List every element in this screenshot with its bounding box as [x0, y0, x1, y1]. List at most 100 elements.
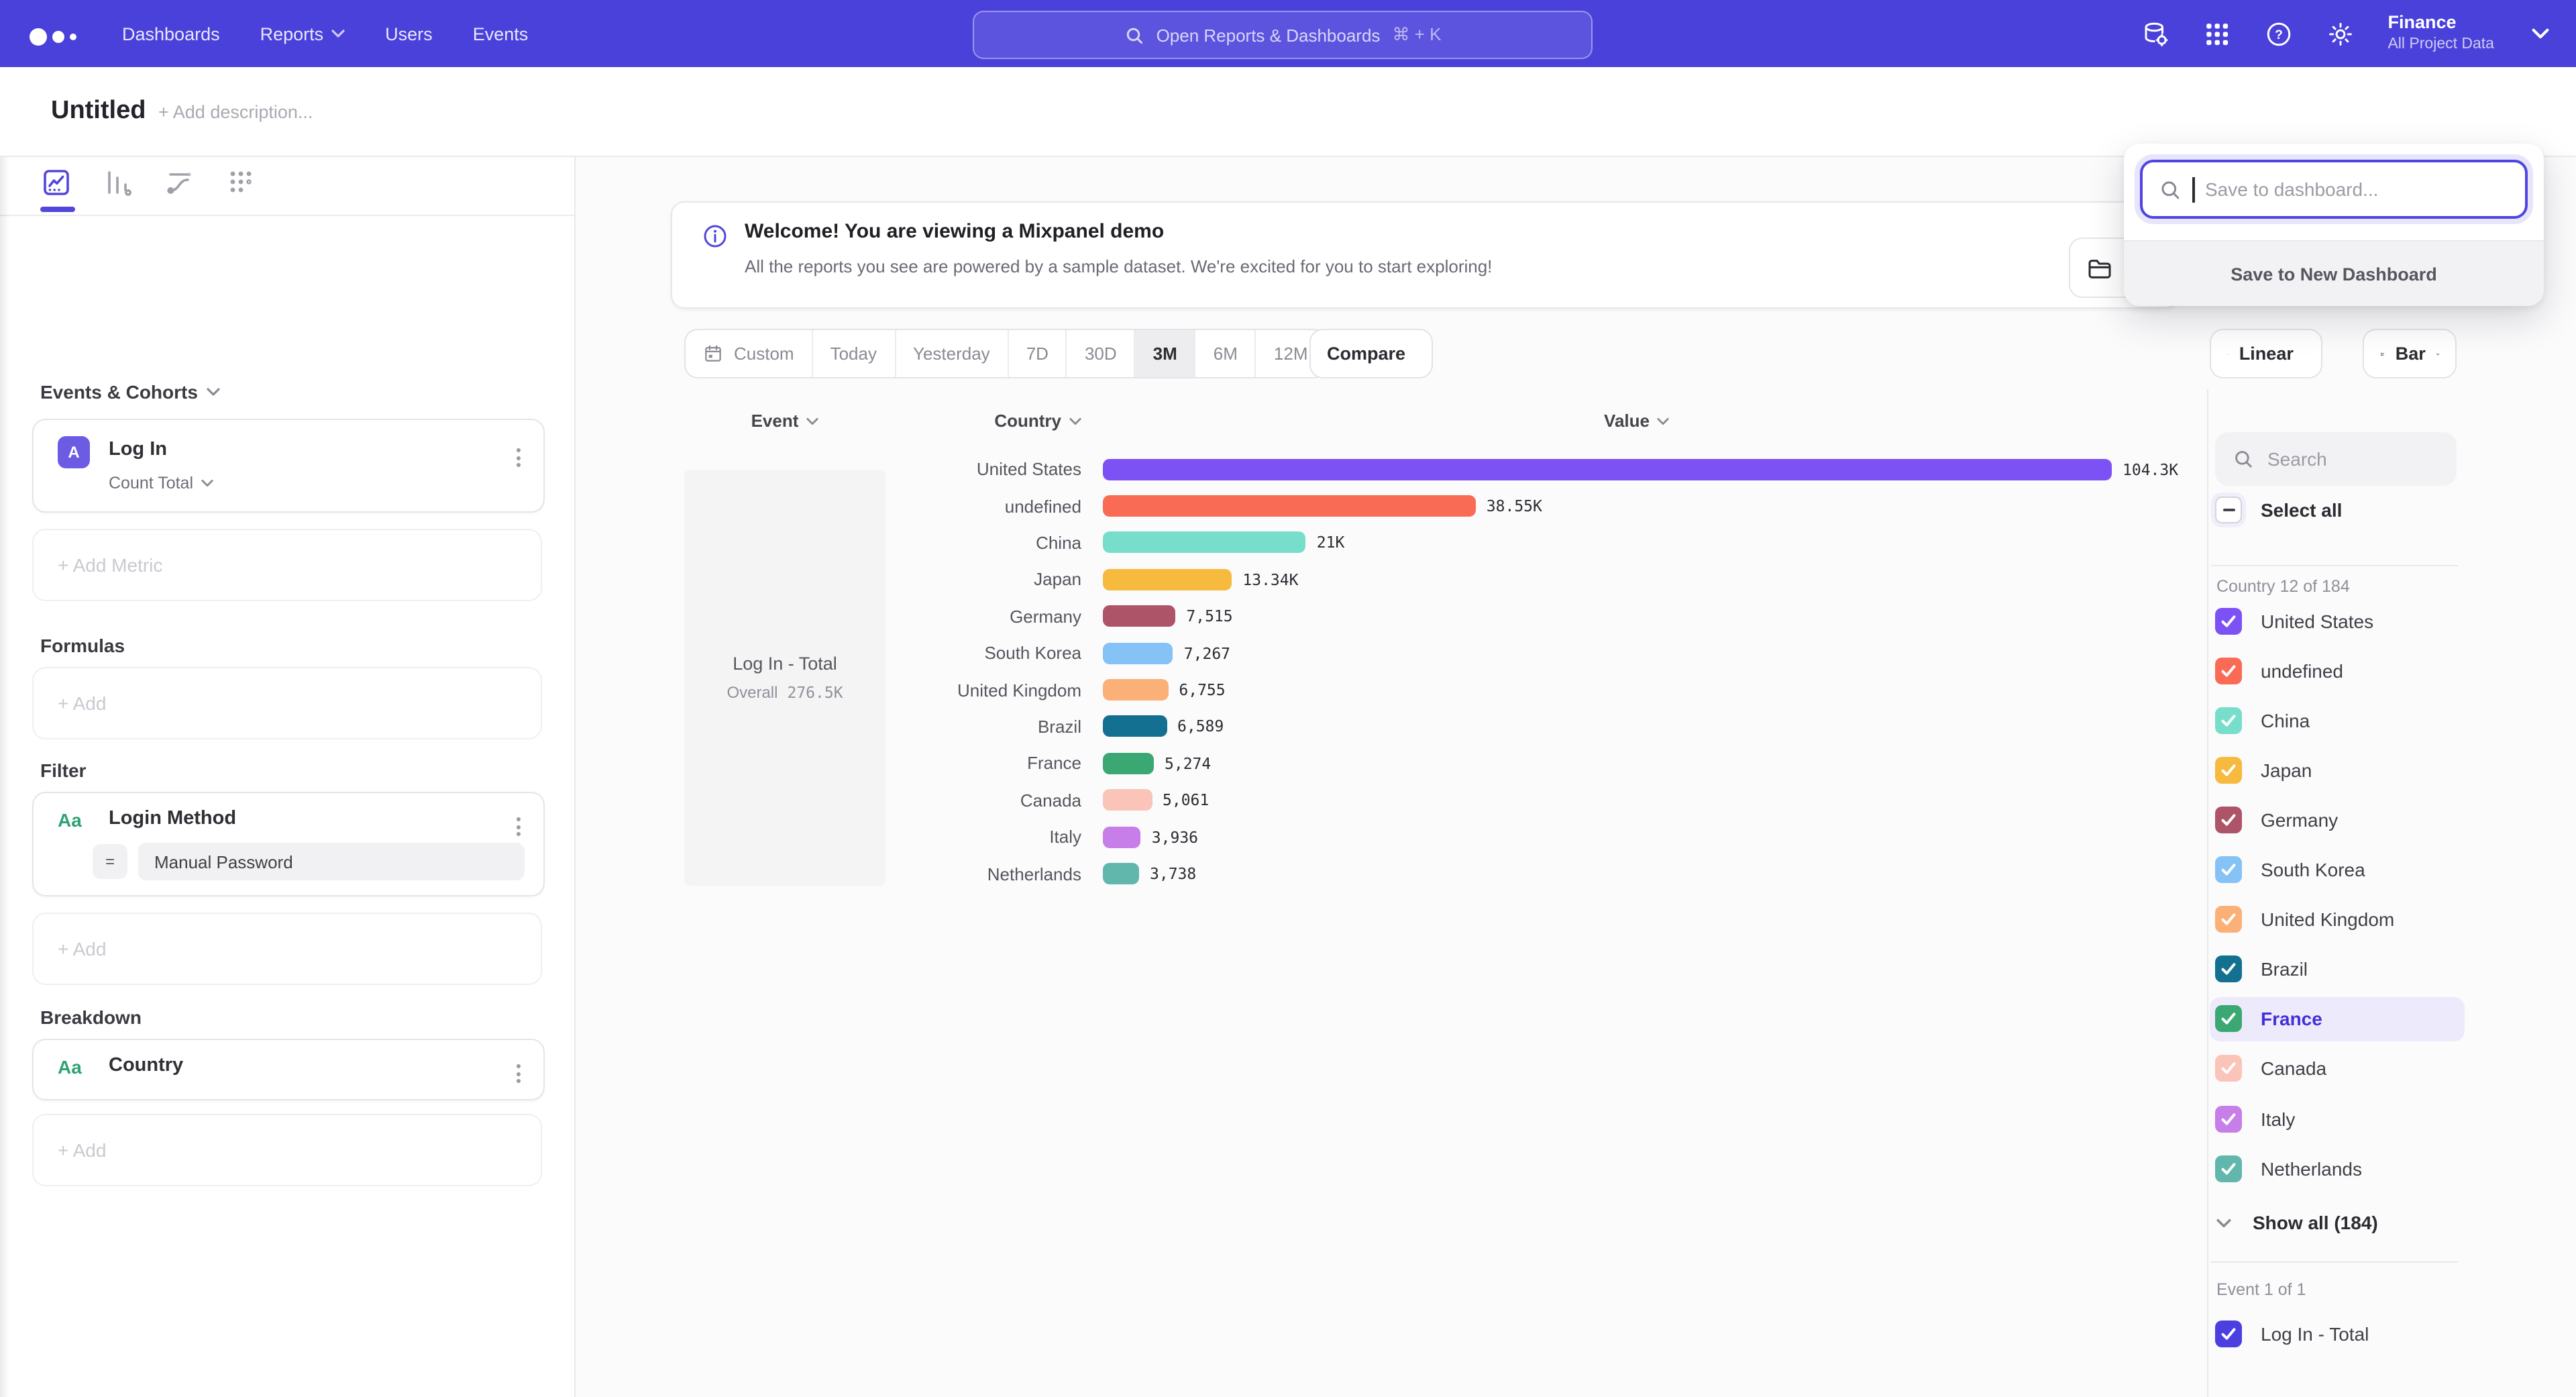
add-formula-button[interactable]: + Add	[32, 667, 542, 739]
legend-row-brazil[interactable]: Brazil	[2210, 947, 2465, 991]
add-filter-button[interactable]: + Add	[32, 913, 542, 985]
events-cohorts-header[interactable]: Events & Cohorts	[40, 381, 221, 403]
date-range-custom[interactable]: Custom	[686, 330, 813, 377]
bar-segment[interactable]	[1103, 606, 1175, 627]
bar-segment[interactable]	[1103, 863, 1139, 884]
save-to-dashboard-input[interactable]: Save to dashboard...	[2140, 160, 2528, 219]
legend-row-united-states[interactable]: United States	[2210, 599, 2465, 643]
legend-row-china[interactable]: China	[2210, 698, 2465, 742]
legend-row-south-korea[interactable]: South Korea	[2210, 847, 2465, 892]
mixpanel-logo[interactable]	[30, 21, 76, 46]
date-range-30d[interactable]: 30D	[1067, 330, 1136, 377]
tab-funnels[interactable]	[102, 166, 134, 199]
filter-value[interactable]: Manual Password	[138, 843, 525, 880]
check-icon	[2220, 913, 2237, 926]
save-to-new-dashboard-button[interactable]: Save to New Dashboard	[2124, 240, 2544, 306]
tab-flows[interactable]	[164, 166, 196, 199]
bar-segment[interactable]	[1103, 532, 1306, 554]
legend-label: Italy	[2261, 1108, 2295, 1129]
bar-segment[interactable]	[1103, 458, 2112, 480]
tab-retention[interactable]	[225, 166, 258, 199]
legend-checkbox[interactable]	[2215, 707, 2242, 733]
bar-segment[interactable]	[1103, 495, 1476, 517]
legend-row-united-kingdom[interactable]: United Kingdom	[2210, 897, 2465, 941]
select-all-checkbox-indeterminate[interactable]	[2215, 497, 2242, 523]
apps-grid-icon[interactable]	[2202, 19, 2231, 48]
legend-checkbox[interactable]	[2215, 607, 2242, 634]
legend-checkbox[interactable]	[2215, 807, 2242, 833]
date-range-today[interactable]: Today	[813, 330, 896, 377]
filter-property-name[interactable]: Login Method	[109, 808, 236, 829]
column-header-country[interactable]: Country	[894, 411, 1081, 431]
date-range-6m[interactable]: 6M	[1196, 330, 1256, 377]
legend-checkbox[interactable]	[2215, 1055, 2242, 1082]
event-summary-card[interactable]: Log In - Total Overall 276.5K	[684, 470, 885, 886]
metric-card[interactable]: A Log In Count Total	[32, 419, 545, 513]
legend-row-japan[interactable]: Japan	[2210, 748, 2465, 792]
legend-row-canada[interactable]: Canada	[2210, 1047, 2465, 1091]
legend-checkbox[interactable]	[2215, 1105, 2242, 1132]
data-management-icon[interactable]	[2141, 19, 2169, 48]
nav-item-dashboards[interactable]: Dashboards	[122, 23, 220, 44]
legend-row-france[interactable]: France	[2210, 997, 2465, 1041]
metric-aggregation[interactable]: Count Total	[109, 474, 213, 493]
event-series-checkbox[interactable]	[2215, 1321, 2242, 1347]
breakdown-property-name[interactable]: Country	[109, 1055, 183, 1076]
date-range-yesterday[interactable]: Yesterday	[896, 330, 1009, 377]
legend-checkbox[interactable]	[2215, 757, 2242, 784]
filter-card[interactable]: Aa Login Method = Manual Password	[32, 792, 545, 896]
nav-item-events[interactable]: Events	[473, 23, 529, 44]
legend-checkbox[interactable]	[2215, 657, 2242, 684]
project-switcher[interactable]: Finance All Project Data	[2387, 13, 2494, 55]
legend-checkbox[interactable]	[2215, 1155, 2242, 1182]
help-icon[interactable]: ?	[2264, 19, 2292, 48]
search-icon	[2159, 178, 2182, 201]
legend-checkbox[interactable]	[2215, 856, 2242, 883]
breakdown-card[interactable]: Aa Country	[32, 1039, 545, 1100]
breakdown-kebab-icon[interactable]	[513, 1060, 525, 1087]
show-all-button[interactable]: Show all (184)	[2216, 1202, 2378, 1243]
legend-checkbox[interactable]	[2215, 955, 2242, 982]
metric-kebab-icon[interactable]	[513, 444, 525, 471]
legend-row-undefined[interactable]: undefined	[2210, 648, 2465, 692]
tab-insights[interactable]	[40, 166, 72, 199]
report-title[interactable]: Untitled	[51, 97, 146, 126]
legend-row-netherlands[interactable]: Netherlands	[2210, 1146, 2465, 1190]
event-series-row[interactable]: Log In - Total	[2215, 1321, 2369, 1347]
legend-row-italy[interactable]: Italy	[2210, 1096, 2465, 1141]
filter-kebab-icon[interactable]	[513, 813, 525, 840]
legend-label: United States	[2261, 610, 2373, 631]
series-search-input[interactable]: Search	[2215, 432, 2457, 486]
add-breakdown-button[interactable]: + Add	[32, 1114, 542, 1186]
legend-row-germany[interactable]: Germany	[2210, 798, 2465, 842]
filter-operator[interactable]: =	[93, 844, 127, 879]
bar-segment[interactable]	[1103, 716, 1167, 737]
add-metric-button[interactable]: + Add Metric	[32, 529, 542, 601]
bar-segment[interactable]	[1103, 569, 1232, 590]
bar-segment[interactable]	[1103, 642, 1173, 664]
settings-gear-icon[interactable]	[2326, 19, 2354, 48]
date-range-7d[interactable]: 7D	[1009, 330, 1067, 377]
project-chevron-down-icon[interactable]	[2532, 28, 2549, 39]
legend-checkbox[interactable]	[2215, 1006, 2242, 1033]
legend-checkbox[interactable]	[2215, 906, 2242, 933]
chart-type-selector[interactable]: Bar	[2363, 329, 2457, 378]
nav-item-users[interactable]: Users	[385, 23, 433, 44]
bar-segment[interactable]	[1103, 679, 1168, 701]
nav-item-reports[interactable]: Reports	[260, 23, 345, 44]
select-all-row[interactable]: Select all	[2215, 497, 2342, 523]
global-search-button[interactable]: Open Reports & Dashboards ⌘ + K	[973, 11, 1593, 59]
bar-segment[interactable]	[1103, 790, 1152, 811]
scale-selector[interactable]: Linear	[2210, 329, 2322, 378]
compare-button[interactable]: Compare	[1309, 329, 1433, 378]
check-icon	[2220, 1062, 2237, 1076]
column-header-event[interactable]: Event	[684, 411, 885, 431]
date-range-3m[interactable]: 3M	[1136, 330, 1196, 377]
svg-text:?: ?	[2275, 28, 2283, 42]
bar-segment[interactable]	[1103, 826, 1141, 847]
column-header-value[interactable]: Value	[1543, 411, 1731, 431]
add-description[interactable]: + Add description...	[158, 102, 313, 122]
metric-event-name[interactable]: Log In	[109, 439, 167, 460]
bar-segment[interactable]	[1103, 753, 1154, 774]
legend-label: undefined	[2261, 660, 2343, 681]
